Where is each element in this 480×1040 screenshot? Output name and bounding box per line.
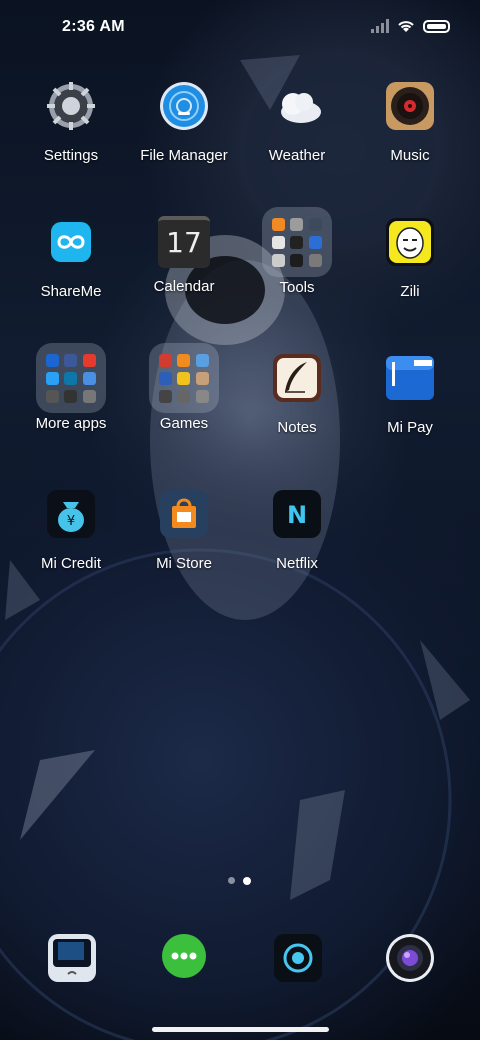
page-indicator [228, 877, 251, 885]
file-manager-icon [160, 82, 208, 130]
app-label: Mi Store [156, 555, 212, 572]
folder-games[interactable]: Games [129, 343, 239, 432]
dock-camera-icon[interactable] [384, 932, 436, 984]
app-zili[interactable]: Zili [355, 216, 465, 300]
page-dot-2[interactable] [243, 877, 251, 885]
folder-tools[interactable]: Tools [242, 207, 352, 296]
signal-icon [371, 19, 389, 33]
zili-face-icon [386, 218, 434, 266]
app-label: Netflix [276, 555, 318, 572]
app-label: Weather [268, 147, 326, 164]
app-label: Calendar [153, 278, 215, 295]
dock-phone-icon[interactable] [46, 932, 98, 984]
page-dot-1[interactable] [228, 877, 235, 884]
shareme-infinity-icon [47, 218, 95, 266]
app-mi-store[interactable]: Mi Store [129, 488, 239, 572]
notes-quill-icon [273, 354, 321, 402]
calendar-icon: 17 [158, 216, 210, 268]
dock-browser-icon[interactable] [272, 932, 324, 984]
home-indicator[interactable] [152, 1027, 329, 1032]
status-bar: 2:36 AM [0, 0, 480, 56]
weather-cloud-icon [281, 93, 321, 123]
dock-messaging-icon[interactable] [158, 932, 210, 984]
calendar-date: 17 [166, 226, 202, 259]
svg-text:¥: ¥ [67, 514, 75, 529]
app-weather[interactable]: Weather [242, 80, 352, 164]
folder-more-apps[interactable]: More apps [16, 343, 126, 432]
app-label: Zili [400, 283, 420, 300]
app-netflix[interactable]: N Netflix [242, 488, 352, 572]
svg-text:N: N [287, 501, 307, 529]
folder-icon [149, 343, 219, 413]
app-mi-pay[interactable]: Mi Pay [355, 352, 465, 436]
status-icons [371, 19, 450, 33]
app-label: Mi Credit [40, 555, 101, 572]
app-music[interactable]: Music [355, 80, 465, 164]
app-label: Tools [279, 279, 315, 296]
app-shareme[interactable]: ShareMe [16, 216, 126, 300]
app-settings[interactable]: Settings [16, 80, 126, 164]
app-label: ShareMe [40, 283, 102, 300]
app-label: Settings [43, 147, 99, 164]
app-mi-credit[interactable]: ¥ Mi Credit [16, 488, 126, 572]
app-label: Notes [277, 419, 317, 436]
app-label: File Manager [140, 147, 228, 164]
netflix-n-icon: N [273, 490, 321, 538]
folder-icon [262, 207, 332, 277]
status-time: 2:36 AM [62, 18, 125, 35]
app-file-manager[interactable]: File Manager [129, 80, 239, 164]
app-calendar[interactable]: 17 Calendar [129, 216, 239, 295]
app-label: More apps [35, 415, 107, 432]
folder-icon [36, 343, 106, 413]
wifi-icon [398, 21, 414, 32]
battery-icon [423, 19, 450, 33]
app-label: Mi Pay [387, 419, 433, 436]
mi-store-bag-icon [160, 490, 208, 538]
mi-credit-bag-icon: ¥ [47, 490, 95, 538]
mi-pay-wallet-icon [386, 356, 434, 400]
app-notes[interactable]: Notes [242, 352, 352, 436]
settings-gear-icon [47, 82, 95, 130]
app-label: Music [390, 147, 430, 164]
app-label: Games [159, 415, 209, 432]
music-record-icon [386, 82, 434, 130]
